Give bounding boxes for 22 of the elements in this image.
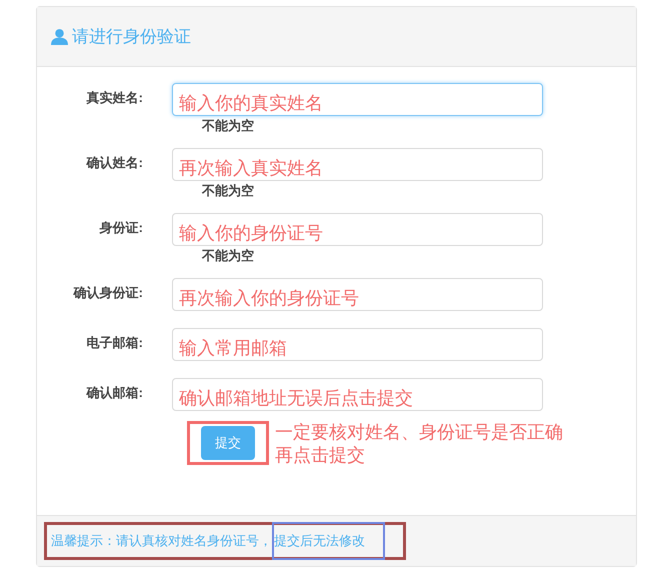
error-message: 不能为空 <box>202 248 254 264</box>
user-icon <box>51 28 68 45</box>
field-label: 真实姓名: <box>86 88 144 107</box>
error-message: 不能为空 <box>202 118 254 134</box>
tip-text: 温馨提示：请认真核对姓名身份证号， <box>51 532 272 550</box>
field-label: 确认邮箱: <box>85 384 144 402</box>
annotation-text: 一定要核对姓名、身份证号是否正确 <box>275 421 563 444</box>
text-field[interactable]: 再次输入真实姓名 <box>172 148 543 181</box>
text-field[interactable]: 输入你的真实姓名 <box>172 83 543 116</box>
text-field[interactable]: 输入常用邮箱 <box>172 328 543 361</box>
panel-title: 请进行身份验证 <box>72 26 191 48</box>
annotation-text: 再点击提交 <box>275 444 366 467</box>
field-label: 身份证: <box>98 218 144 237</box>
submit-button[interactable]: 提交 <box>201 426 255 460</box>
text-field[interactable]: 输入你的身份证号 <box>172 213 543 246</box>
error-message: 不能为空 <box>202 183 254 199</box>
field-label: 确认身份证: <box>72 284 144 302</box>
text-field[interactable]: 确认邮箱地址无误后点击提交 <box>172 378 543 411</box>
field-label: 确认姓名: <box>85 154 144 172</box>
field-label: 电子邮箱: <box>86 334 144 352</box>
text-field[interactable]: 再次输入你的身份证号 <box>172 278 543 311</box>
highlighted-tip-text: 提交后无法修改 <box>272 522 385 560</box>
